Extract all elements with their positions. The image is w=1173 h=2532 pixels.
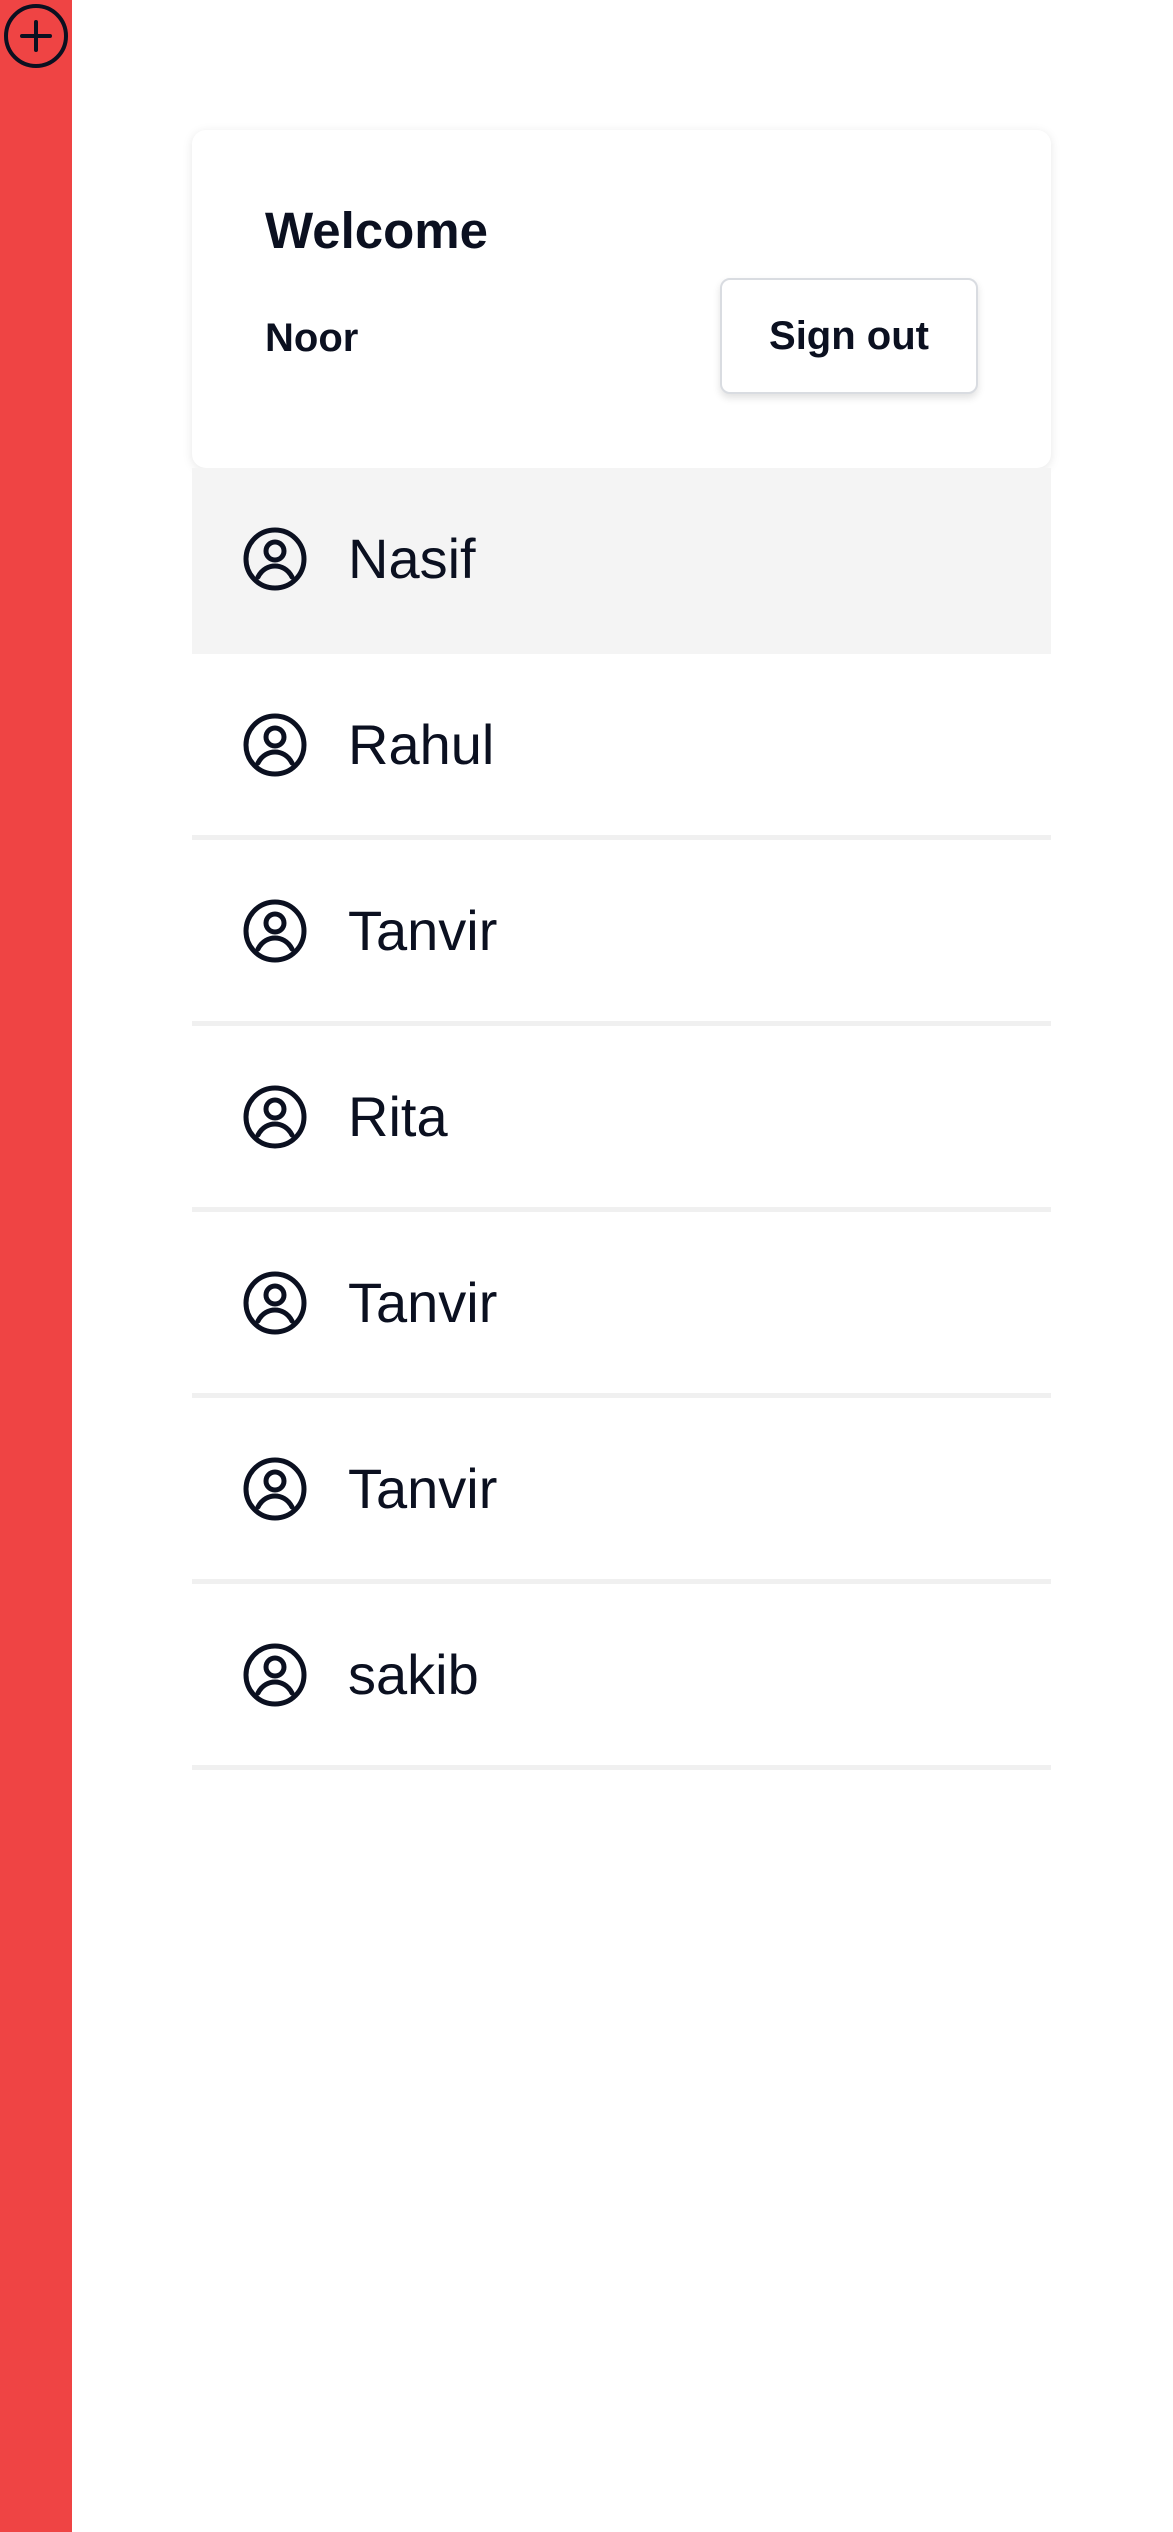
account-panel: Welcome Noor Sign out xyxy=(192,130,1051,468)
user-circle-icon xyxy=(242,898,308,964)
contact-item[interactable]: Tanvir xyxy=(192,840,1051,1026)
contact-name: Tanvir xyxy=(348,1271,498,1334)
welcome-title: Welcome xyxy=(265,202,488,259)
add-contact-button[interactable] xyxy=(2,2,70,70)
user-circle-icon xyxy=(242,1642,308,1708)
contact-list: Nasif Rahul Tanvir Rita Tanvir Tanvir sa… xyxy=(192,468,1051,1770)
user-circle-icon xyxy=(242,1270,308,1336)
contact-name: Tanvir xyxy=(348,1457,498,1520)
user-circle-icon xyxy=(242,1456,308,1522)
current-user-name: Noor xyxy=(265,316,359,360)
app-root: Welcome Noor Sign out Nasif Rahul Tanvir… xyxy=(0,0,1173,2532)
contact-name: Tanvir xyxy=(348,899,498,962)
contact-name: Nasif xyxy=(348,527,476,590)
contact-item[interactable]: Rahul xyxy=(192,654,1051,840)
user-circle-icon xyxy=(242,1084,308,1150)
contact-item[interactable]: Rita xyxy=(192,1026,1051,1212)
contact-item[interactable]: Nasif xyxy=(192,468,1051,654)
sign-out-button[interactable]: Sign out xyxy=(720,278,978,394)
contact-name: sakib xyxy=(348,1643,479,1706)
side-rail xyxy=(0,0,72,2532)
user-circle-icon xyxy=(242,526,308,592)
contact-name: Rahul xyxy=(348,713,495,776)
plus-circle-icon xyxy=(2,2,70,70)
welcome-card: Welcome Noor Sign out xyxy=(192,130,1051,468)
contact-item[interactable]: sakib xyxy=(192,1584,1051,1770)
contact-item[interactable]: Tanvir xyxy=(192,1212,1051,1398)
contact-item[interactable]: Tanvir xyxy=(192,1398,1051,1584)
user-circle-icon xyxy=(242,712,308,778)
contact-name: Rita xyxy=(348,1085,448,1148)
